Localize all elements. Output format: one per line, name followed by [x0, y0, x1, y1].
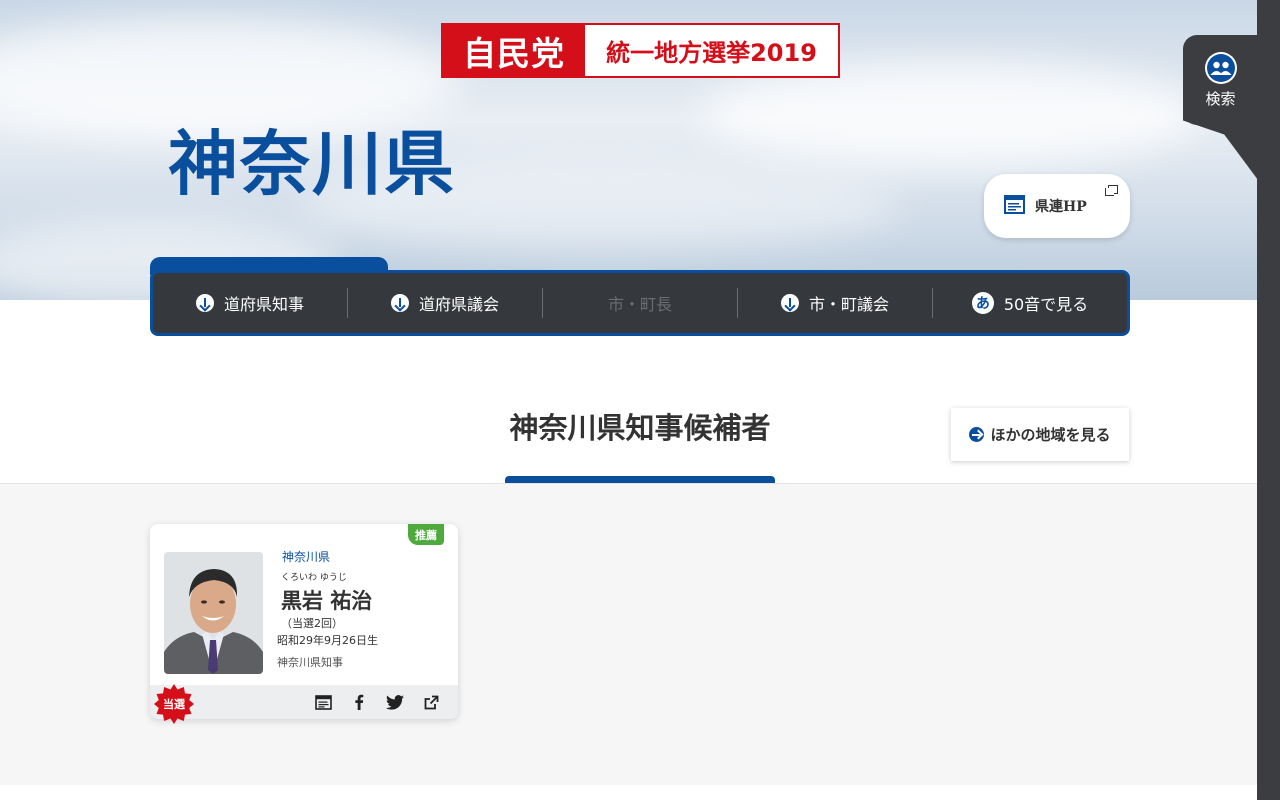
pref-hp-button[interactable]: 県連HP	[984, 174, 1130, 238]
ldp-election-logo[interactable]: 自民党 統一地方選挙2019	[441, 23, 840, 78]
nav-item-label: 市・町議会	[808, 295, 889, 314]
website-icon[interactable]	[314, 693, 332, 711]
arrow-down-circle-icon	[390, 294, 409, 312]
arrow-down-circle-icon	[780, 294, 799, 312]
nav-item-syllabary[interactable]: あ 50音で見る	[932, 288, 1127, 318]
category-nav: 道府県知事 道府県議会 市・町長 市・町議会 あ 50音で見る	[150, 270, 1130, 336]
browser-window-icon	[1004, 194, 1025, 218]
search-button[interactable]: 検索	[1183, 35, 1258, 125]
elected-badge: 当選	[153, 683, 195, 725]
candidate-prefecture: 神奈川県	[282, 550, 331, 564]
search-label: 検索	[1205, 89, 1236, 108]
nav-item-label: 道府県議会	[418, 295, 499, 314]
hiragana-a-icon: あ	[971, 292, 994, 314]
other-regions-button[interactable]: ほかの地域を見る	[951, 408, 1129, 461]
facebook-icon[interactable]	[350, 693, 368, 711]
candidate-role: 神奈川県知事	[277, 656, 343, 669]
nav-item-label: 市・町長	[607, 295, 672, 314]
candidate-birthdate: 昭和29年9月26日生	[277, 634, 378, 647]
candidate-name: 黒岩 祐治	[281, 589, 373, 613]
logo-event-text: 統一地方選挙2019	[606, 39, 817, 67]
right-scroll-strip	[1257, 0, 1280, 800]
nav-item-label: 50音で見る	[1003, 295, 1089, 314]
elected-badge-text: 当選	[163, 697, 185, 711]
recommended-badge: 推薦	[408, 524, 444, 545]
candidate-card[interactable]: 推薦 神奈川県 くろいわ ゆうじ 黒岩 祐治 （当選2回） 昭和29年9月26日…	[150, 524, 458, 724]
nav-item-governor[interactable]: 道府県知事	[153, 288, 347, 318]
page-title: 神奈川県	[168, 123, 456, 205]
other-regions-label: ほかの地域を見る	[990, 426, 1111, 444]
section-title: 神奈川県知事候補者	[509, 411, 771, 445]
nav-item-label: 道府県知事	[223, 295, 304, 314]
section-title-underline	[505, 476, 775, 483]
external-link-icon[interactable]	[422, 693, 440, 711]
logo-party-text: 自民党	[443, 25, 585, 76]
pref-hp-label: 県連HP	[1035, 199, 1087, 215]
candidate-photo	[164, 552, 263, 674]
nav-item-mayor: 市・町長	[542, 288, 737, 318]
external-link-icon	[1105, 185, 1118, 196]
page-bottom	[0, 785, 1258, 800]
candidate-elected-count: （当選2回）	[281, 617, 343, 630]
users-search-icon	[1204, 51, 1237, 84]
arrow-right-circle-icon	[969, 427, 985, 442]
nav-item-prefectural-assembly[interactable]: 道府県議会	[347, 288, 542, 318]
twitter-icon[interactable]	[386, 693, 404, 711]
candidate-name-kana: くろいわ ゆうじ	[281, 573, 347, 583]
candidate-links	[314, 693, 440, 711]
nav-item-city-assembly[interactable]: 市・町議会	[737, 288, 932, 318]
arrow-down-circle-icon	[195, 294, 214, 312]
